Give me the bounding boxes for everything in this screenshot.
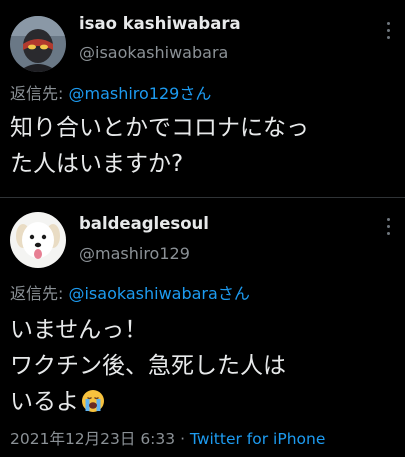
more-options-icon[interactable] bbox=[387, 22, 391, 40]
masked-figure-avatar-icon bbox=[10, 16, 66, 72]
meta-separator: · bbox=[175, 430, 190, 448]
tweet-text-last: いるよ bbox=[10, 389, 79, 415]
tweet-text: いませんっ！ ワクチン後、急死した人は いるよ bbox=[10, 312, 400, 420]
source-link[interactable]: Twitter for iPhone bbox=[190, 430, 325, 448]
loudly-crying-face-icon bbox=[81, 389, 105, 413]
avatar[interactable] bbox=[10, 16, 66, 72]
reply-prefix: 返信先: bbox=[10, 284, 69, 303]
tweet-meta: 2021年12月23日 6:33 · Twitter for iPhone bbox=[10, 427, 325, 449]
tweet-text-line-with-emoji: いるよ bbox=[10, 384, 400, 420]
reply-to-line: 返信先: @isaokashiwabaraさん bbox=[10, 280, 250, 304]
tweet-text-line: 知り合いとかでコロナになっ bbox=[10, 115, 309, 141]
reply-to-line: 返信先: @mashiro129さん bbox=[10, 80, 211, 104]
avatar[interactable] bbox=[10, 212, 66, 268]
display-name[interactable]: isao kashiwabara bbox=[79, 14, 241, 33]
reply-suffix[interactable]: さん bbox=[218, 284, 250, 303]
tweet-1[interactable]: isao kashiwabara @isaokashiwabara 返信先: @… bbox=[0, 0, 405, 197]
user-handle[interactable]: @isaokashiwabara bbox=[79, 43, 228, 62]
tweet-2[interactable]: baldeaglesoul @mashiro129 返信先: @isaokash… bbox=[0, 198, 405, 457]
reply-mention-link[interactable]: @mashiro129 bbox=[68, 84, 179, 103]
tweet-text-line: た人はいますか? bbox=[10, 151, 184, 177]
timestamp-link[interactable]: 2021年12月23日 6:33 bbox=[10, 430, 175, 448]
reply-mention-link[interactable]: @isaokashiwabara bbox=[68, 284, 217, 303]
more-options-icon[interactable] bbox=[387, 218, 391, 236]
reply-suffix[interactable]: さん bbox=[179, 84, 211, 103]
user-handle[interactable]: @mashiro129 bbox=[79, 244, 190, 263]
tweet-text-line: ワクチン後、急死した人は bbox=[10, 353, 286, 379]
tweet-text: 知り合いとかでコロナになっ た人はいますか? bbox=[10, 110, 400, 182]
white-dog-avatar-icon bbox=[10, 212, 66, 268]
reply-prefix: 返信先: bbox=[10, 84, 69, 103]
tweet-text-line: いませんっ！ bbox=[10, 317, 148, 343]
display-name[interactable]: baldeaglesoul bbox=[79, 214, 209, 233]
